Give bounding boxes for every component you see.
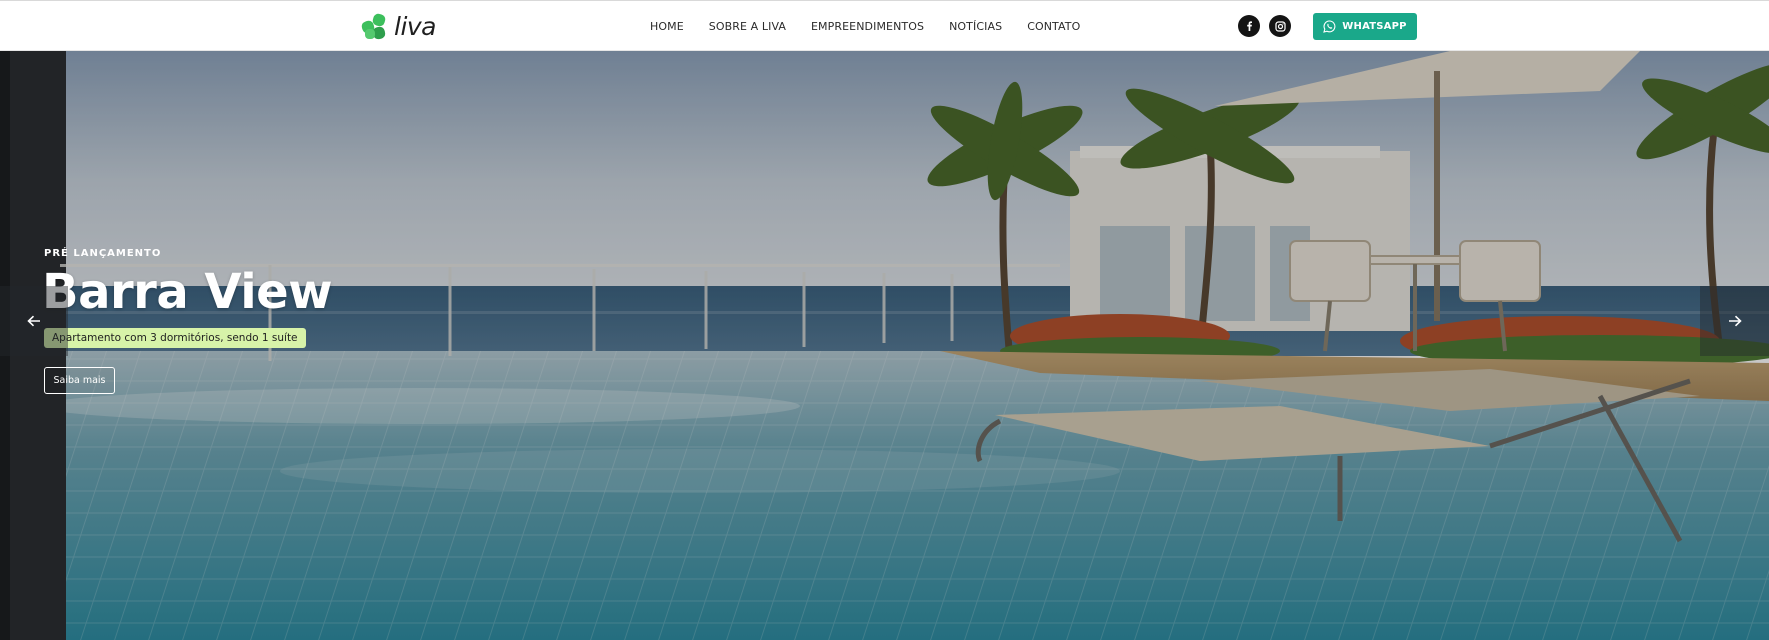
whatsapp-button[interactable]: WHATSAPP <box>1313 13 1417 40</box>
instagram-link[interactable] <box>1269 15 1291 37</box>
arrow-left-icon <box>27 315 40 327</box>
hero-title: Barra View <box>42 264 333 320</box>
hero-subtitle-badge: Apartamento com 3 dormitórios, sendo 1 s… <box>44 328 306 348</box>
nav-item-contato[interactable]: CONTATO <box>1027 20 1080 33</box>
facebook-icon <box>1247 21 1252 31</box>
slider-next-button[interactable] <box>1700 286 1769 356</box>
whatsapp-icon <box>1323 20 1336 33</box>
nav-item-noticias[interactable]: NOTÍCIAS <box>949 20 1002 33</box>
main-nav: HOME SOBRE A LIVA EMPREENDIMENTOS NOTÍCI… <box>650 1 1105 52</box>
slider-prev-button[interactable] <box>0 286 68 356</box>
saiba-mais-button[interactable]: Saiba mais <box>44 367 115 394</box>
logo[interactable]: liva <box>360 11 437 42</box>
hero-eyebrow: PRÉ LANÇAMENTO <box>44 248 162 259</box>
nav-item-sobre[interactable]: SOBRE A LIVA <box>709 20 786 33</box>
nav-item-home[interactable]: HOME <box>650 20 684 33</box>
facebook-link[interactable] <box>1238 15 1260 37</box>
site-header: liva HOME SOBRE A LIVA EMPREENDIMENTOS N… <box>0 0 1769 51</box>
whatsapp-label: WHATSAPP <box>1342 21 1407 32</box>
hero-slider: PRÉ LANÇAMENTO Barra View Apartamento co… <box>0 51 1769 640</box>
nav-item-empreendimentos[interactable]: EMPREENDIMENTOS <box>811 20 924 33</box>
arrow-right-icon <box>1728 315 1742 327</box>
clover-logo-icon <box>361 13 386 40</box>
brand-name: liva <box>394 12 437 41</box>
instagram-icon <box>1274 20 1286 32</box>
